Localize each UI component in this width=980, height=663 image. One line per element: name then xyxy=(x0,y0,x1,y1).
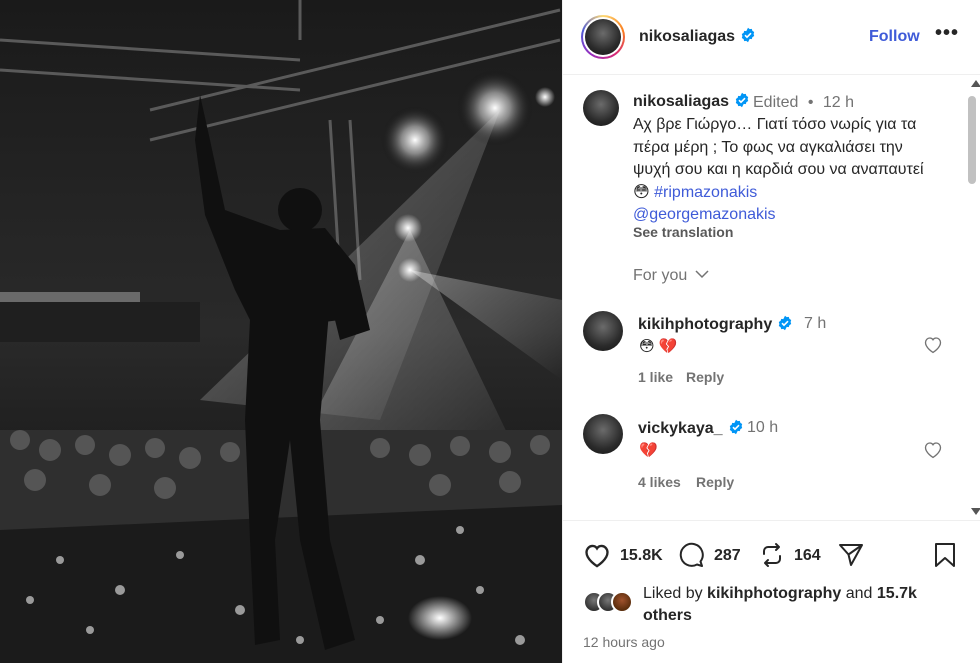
more-options-button[interactable]: ••• xyxy=(935,22,959,45)
sort-label: For you xyxy=(633,267,688,284)
liked-by-count[interactable]: 15.7k xyxy=(877,585,917,602)
bookmark-icon[interactable] xyxy=(934,542,956,568)
comment-heart-icon[interactable] xyxy=(923,440,943,459)
comment-text: 😳 💔 xyxy=(639,338,678,355)
comment-reply-button[interactable]: Reply xyxy=(696,474,734,490)
comment-time: 7 h xyxy=(804,315,827,332)
chevron-down-icon xyxy=(695,270,709,279)
heart-icon[interactable] xyxy=(583,542,611,568)
author-username[interactable]: nikosaliagas xyxy=(639,27,756,46)
post-detail-panel: nikosaliagas Follow ••• nikosaliagas Edi… xyxy=(562,0,980,663)
comment-likes[interactable]: 1 like xyxy=(638,369,673,385)
verified-badge-icon xyxy=(735,92,749,108)
author-avatar-story-ring[interactable] xyxy=(581,15,625,59)
caption-meta: Edited • 12 h xyxy=(753,94,854,112)
scroll-down-arrow-icon[interactable] xyxy=(971,508,980,515)
comment-time: 10 h xyxy=(747,419,779,436)
liked-by-user[interactable]: kikihphotography xyxy=(707,585,841,602)
comments-sort-dropdown[interactable]: For you xyxy=(633,267,709,285)
comments-count[interactable]: 287 xyxy=(714,547,741,565)
comment-icon[interactable] xyxy=(677,542,705,568)
likes-count[interactable]: 15.8K xyxy=(620,547,663,565)
comment-text: 💔 xyxy=(639,442,658,459)
verified-badge-icon xyxy=(741,27,755,43)
verified-badge-icon xyxy=(729,419,742,435)
share-icon[interactable] xyxy=(837,542,865,568)
reposts-count[interactable]: 164 xyxy=(794,547,821,565)
comment-username[interactable]: kikihphotography xyxy=(638,315,793,334)
caption-text: Αχ βρε Γιώργο… Γιατί τόσο νωρίς για τα π… xyxy=(633,114,933,227)
post-header: nikosaliagas Follow ••• xyxy=(563,0,980,75)
comment-avatar[interactable] xyxy=(583,311,623,351)
concert-photo-image xyxy=(0,0,562,663)
liked-by-others[interactable]: others xyxy=(643,607,692,624)
follow-button[interactable]: Follow xyxy=(869,28,920,46)
post-timestamp[interactable]: 12 hours ago xyxy=(583,634,665,650)
liker-avatar xyxy=(611,591,633,613)
comment-heart-icon[interactable] xyxy=(923,335,943,354)
verified-badge-icon xyxy=(779,315,792,331)
comments-scrollbar-thumb[interactable] xyxy=(968,96,976,184)
comment-reply-button[interactable]: Reply xyxy=(686,369,724,385)
post-photo xyxy=(0,0,562,663)
scroll-up-arrow-icon[interactable] xyxy=(971,80,980,87)
comment-likes[interactable]: 4 likes xyxy=(638,474,681,490)
liked-by-and: and xyxy=(845,585,873,602)
caption-author-username[interactable]: nikosaliagas xyxy=(633,92,750,111)
caption-author-avatar[interactable] xyxy=(583,90,619,126)
liked-by-line: Liked by kikihphotography and 15.7k othe… xyxy=(643,583,963,627)
caption-emoji: 😳 xyxy=(633,183,650,201)
liked-by-prefix: Liked by xyxy=(643,585,703,602)
meta-separator: • xyxy=(807,94,814,111)
author-avatar xyxy=(585,19,621,55)
caption-time: 12 h xyxy=(822,94,855,111)
see-translation-button[interactable]: See translation xyxy=(633,224,733,240)
comment-username[interactable]: vickykaya_ xyxy=(638,419,744,438)
repost-icon[interactable] xyxy=(759,542,785,568)
edited-label: Edited xyxy=(753,94,799,111)
comment-avatar[interactable] xyxy=(583,414,623,454)
hashtag-link[interactable]: #ripmazonakis xyxy=(654,184,757,201)
caption-body: Αχ βρε Γιώργο… Γιατί τόσο νωρίς για τα π… xyxy=(633,116,924,178)
mention-link[interactable]: @georgemazonakis xyxy=(633,206,776,223)
